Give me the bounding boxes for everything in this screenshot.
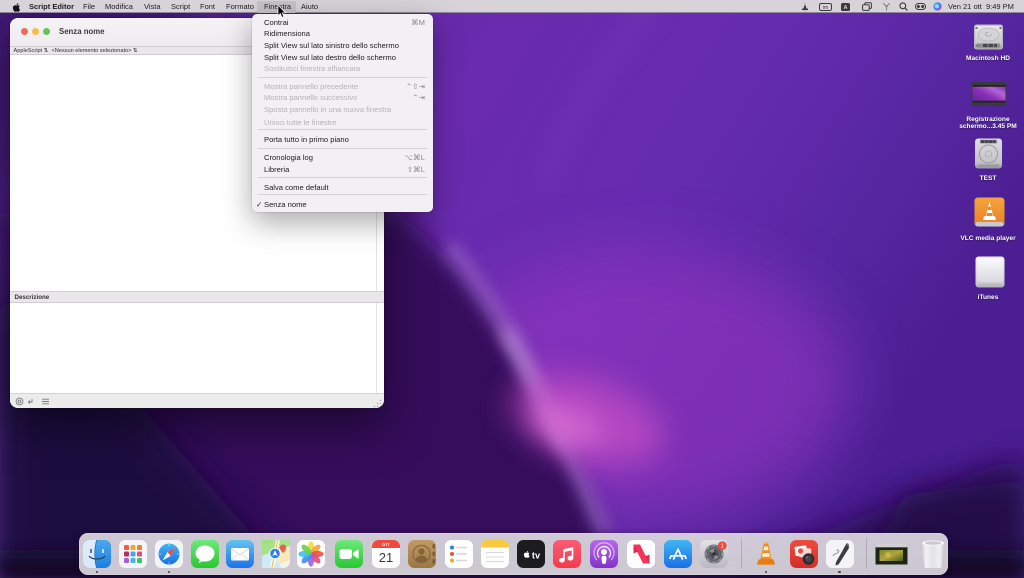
- svg-text:1: 1: [720, 543, 723, 549]
- svg-text:im: im: [823, 4, 828, 10]
- svg-text:A: A: [843, 5, 847, 11]
- svg-text:OTT: OTT: [382, 542, 391, 547]
- svg-text:tv: tv: [532, 550, 541, 560]
- svg-text:21: 21: [378, 550, 392, 565]
